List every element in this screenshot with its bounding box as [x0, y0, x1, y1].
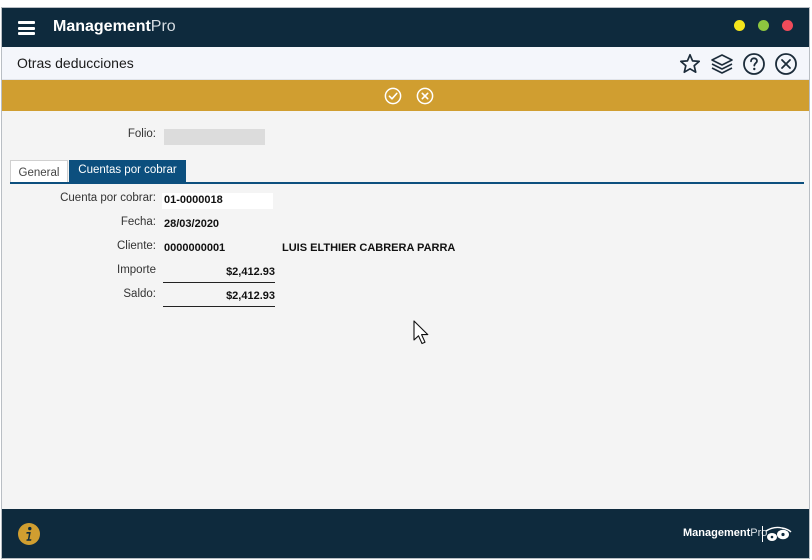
fecha-value: 28/03/2020 — [164, 218, 220, 230]
close-circle-icon[interactable] — [774, 52, 798, 76]
cuenta-value: 01-0000018 — [164, 194, 223, 206]
minimize-button[interactable] — [734, 20, 745, 31]
star-icon[interactable] — [678, 52, 702, 76]
maximize-button[interactable] — [758, 20, 769, 31]
hamburger-menu-icon[interactable] — [18, 21, 35, 35]
importe-value: $2,412.93 — [163, 266, 275, 283]
cliente-name: LUIS ELTHIER CABRERA PARRA — [282, 242, 456, 254]
cancel-circle-icon[interactable] — [416, 87, 434, 105]
tab-cuentas-por-cobrar[interactable]: Cuentas por cobrar — [69, 160, 186, 182]
header-bar: Otras deducciones — [2, 47, 809, 80]
brand-light: Pro — [150, 18, 176, 35]
cliente-label: Cliente: — [117, 240, 156, 252]
footer-brand: ManagementPro — [683, 527, 767, 539]
help-icon[interactable] — [742, 52, 766, 76]
fecha-label: Fecha: — [120, 216, 156, 228]
layers-icon[interactable] — [710, 52, 734, 76]
saldo-value: $2,412.93 — [163, 290, 275, 307]
tab-underline — [10, 182, 804, 184]
folio-field[interactable] — [164, 129, 265, 145]
saldo-label: Saldo: — [123, 288, 156, 300]
footer-brand-bold: Management — [683, 527, 751, 539]
info-icon[interactable] — [17, 522, 41, 546]
brand-bold: Management — [53, 18, 151, 35]
app-window: ManagementPro Otras deducciones Folio: G… — [1, 7, 810, 559]
mouse-cursor-icon — [413, 320, 429, 345]
footer-bar: ManagementPro — [2, 509, 809, 558]
folio-label: Folio: — [127, 128, 156, 140]
title-bar: ManagementPro — [2, 8, 809, 47]
importe-label: Importe — [117, 264, 156, 276]
cliente-id: 0000000001 — [164, 242, 226, 254]
brand-logo-icon — [762, 526, 792, 542]
check-circle-icon[interactable] — [384, 87, 402, 105]
cuenta-input[interactable]: 01-0000018 — [162, 193, 273, 209]
cuenta-label: Cuenta por cobrar: — [60, 192, 156, 204]
page-title: Otras deducciones — [17, 55, 134, 71]
close-window-button[interactable] — [782, 20, 793, 31]
tab-general[interactable]: General — [10, 160, 68, 182]
app-brand: ManagementPro — [53, 18, 176, 36]
action-bar — [2, 80, 809, 111]
